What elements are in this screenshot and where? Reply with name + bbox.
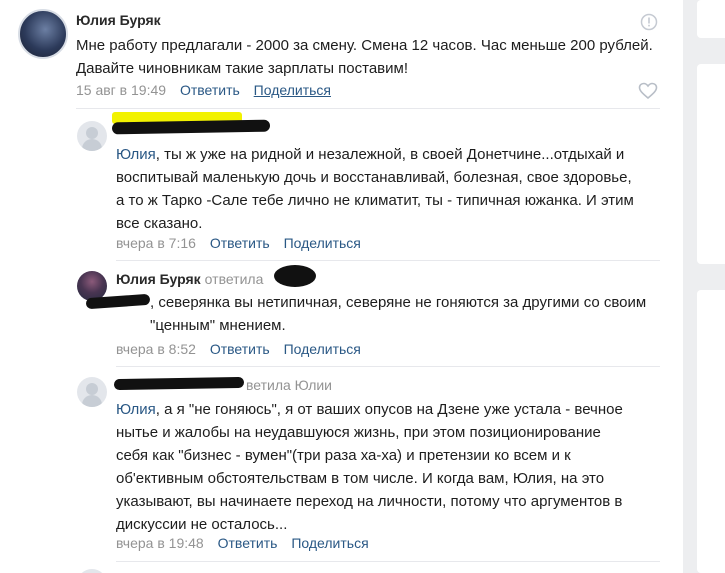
reply-button[interactable]: Ответить xyxy=(218,535,278,551)
comment-time[interactable]: вчера в 7:16 xyxy=(116,235,196,251)
sidebar-block xyxy=(697,64,725,264)
mention-link[interactable]: Юлия xyxy=(116,146,156,163)
avatar[interactable] xyxy=(18,9,68,59)
heart-icon[interactable] xyxy=(638,82,658,100)
reply-button[interactable]: Ответить xyxy=(210,235,270,251)
author-name[interactable]: Юлия Буряк xyxy=(116,271,201,287)
post-author[interactable]: Юлия Буряк xyxy=(76,12,161,28)
redaction-scribble xyxy=(111,119,271,135)
comment-meta: вчера в 7:16 Ответить Поделиться xyxy=(116,235,361,251)
sidebar-block xyxy=(697,0,725,38)
comment-meta: вчера в 19:48 Ответить Поделиться xyxy=(116,535,369,551)
reply-button[interactable]: Ответить xyxy=(180,82,240,98)
comment-text: Юлия, а я "не гоняюсь", я от ваших опусо… xyxy=(116,401,623,533)
divider xyxy=(76,108,660,109)
post-time[interactable]: 15 авг в 19:49 xyxy=(76,82,166,98)
comments-panel: Юлия Буряк Мне работу предлагали - 2000 … xyxy=(0,0,683,573)
redaction-scribble xyxy=(274,265,316,287)
reply-to-label[interactable]: ответила xyxy=(205,271,264,287)
redaction-scribble xyxy=(113,376,245,391)
comment-text: , северянка вы нетипичная, северяне не г… xyxy=(150,294,647,334)
comment-time[interactable]: вчера в 19:48 xyxy=(116,535,204,551)
mention-link[interactable]: Юлия xyxy=(116,401,156,418)
avatar[interactable] xyxy=(77,569,107,573)
comment-meta: вчера в 8:52 Ответить Поделиться xyxy=(116,341,361,357)
reply-button[interactable]: Ответить xyxy=(210,341,270,357)
comment-text: Юлия, ты ж уже на ридной и незалежной, в… xyxy=(116,146,634,232)
avatar[interactable] xyxy=(77,377,107,407)
sidebar-strip xyxy=(683,0,725,573)
sidebar-block xyxy=(697,290,725,573)
report-icon[interactable] xyxy=(640,13,658,31)
post-text: Мне работу предлагали - 2000 за смену. С… xyxy=(76,37,653,77)
divider xyxy=(116,561,660,562)
reply-to-label[interactable]: ветила Юлии xyxy=(246,377,332,393)
post-meta: 15 авг в 19:49 Ответить Поделиться xyxy=(76,82,331,98)
divider xyxy=(116,366,660,367)
share-button[interactable]: Поделиться xyxy=(291,535,368,551)
share-button[interactable]: Поделиться xyxy=(284,341,361,357)
avatar[interactable] xyxy=(77,121,107,151)
divider xyxy=(116,260,660,261)
comment-author: Юлия Буряк ответила xyxy=(116,271,263,287)
comment-time[interactable]: вчера в 8:52 xyxy=(116,341,196,357)
share-button[interactable]: Поделиться xyxy=(254,82,331,98)
share-button[interactable]: Поделиться xyxy=(284,235,361,251)
